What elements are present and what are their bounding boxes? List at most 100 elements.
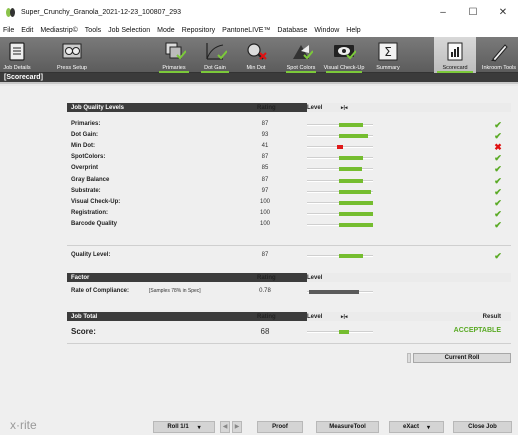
quality-row-rating: 87 <box>261 176 269 183</box>
section-title: [Scorecard] <box>4 74 43 81</box>
min-dot-icon <box>244 41 268 63</box>
quality-row-bar <box>339 123 364 127</box>
quality-row-bar <box>339 222 373 227</box>
scorecard-icon <box>443 41 467 63</box>
chevron-down-icon: ▾ <box>427 424 431 431</box>
menu-job-selection[interactable]: Job Selection <box>107 27 151 34</box>
check-icon: ✔ <box>494 164 502 175</box>
quality-row-rating: 41 <box>261 143 269 150</box>
quality-row: Barcode Quality 100 ✔ <box>67 220 511 230</box>
factor-level-header: Level <box>307 274 323 281</box>
quality-row-bar <box>339 178 364 183</box>
summary-label: Summary <box>376 65 400 71</box>
close-window-button[interactable]: ✕ <box>488 0 518 24</box>
quality-row: Primaries: 87 ✔ <box>67 120 511 130</box>
bottom-bar: x·rite Roll 1/1 ▾ ◀ ▶ Proof MeasureTool … <box>0 416 518 435</box>
spot-colors-icon <box>289 41 314 63</box>
dot-gain-button[interactable]: Dot Gain <box>198 37 232 73</box>
primaries-button[interactable]: Primaries <box>156 37 192 73</box>
quality-row: Substrate: 97 ✔ <box>67 187 511 197</box>
compliance-note: [Samples 78% in Spec] <box>149 288 201 294</box>
quality-row: SpotColors: 87 ✔ <box>67 153 511 163</box>
proof-button[interactable]: Proof <box>257 421 303 433</box>
roll-select[interactable]: Roll 1/1 ▾ <box>153 421 215 433</box>
quality-row-label: Barcode Quality <box>71 220 118 227</box>
score-bar <box>339 330 349 334</box>
quality-row-rating: 87 <box>261 121 269 127</box>
menu-file[interactable]: File <box>2 27 15 34</box>
job-quality-header: Job Quality Levels Rating Level ▸|◂ <box>67 103 511 112</box>
section-header: [Scorecard] <box>0 73 518 84</box>
scorecard-button[interactable]: Scorecard <box>434 37 476 73</box>
prev-roll-button[interactable]: ◀ <box>220 421 230 433</box>
xrite-logo: x·rite <box>10 418 37 432</box>
job-details-button[interactable]: Job Details <box>0 37 34 73</box>
close-job-button[interactable]: Close Job <box>453 421 512 433</box>
menu-tools[interactable]: Tools <box>84 27 102 34</box>
current-roll-button[interactable]: Current Roll <box>413 353 511 363</box>
menu-window[interactable]: Window <box>313 27 340 34</box>
compliance-rating: 0.78 <box>259 288 271 294</box>
check-icon: ✔ <box>494 251 502 261</box>
factor-header-title: Factor <box>71 274 90 281</box>
menu-bar: File Edit Mediastrip© Tools Job Selectio… <box>0 24 518 37</box>
quality-row-rating: 87 <box>261 154 269 161</box>
quality-row: Dot Gain: 93 ✔ <box>67 131 511 141</box>
menu-database[interactable]: Database <box>276 27 308 34</box>
quality-row: Min Dot: 41 ✖ <box>67 142 511 152</box>
quality-row-rating: 100 <box>259 220 270 227</box>
menu-help[interactable]: Help <box>345 27 361 34</box>
quality-row-label: Min Dot: <box>71 143 95 150</box>
quality-row-rating: 100 <box>259 209 270 216</box>
compliance-row: Rate of Compliance: [Samples 78% in Spec… <box>67 287 511 297</box>
divider <box>67 245 511 246</box>
quality-row-bar <box>339 189 371 194</box>
check-icon: ✔ <box>494 219 502 230</box>
menu-mediastrip[interactable]: Mediastrip© <box>39 27 78 34</box>
min-dot-label: Min Dot <box>246 65 266 71</box>
press-setup-button[interactable]: Press Setup <box>52 37 92 73</box>
next-roll-button[interactable]: ▶ <box>232 421 242 433</box>
score-row: Score: 68 ACCEPTABLE <box>67 327 511 337</box>
check-icon: ✔ <box>494 208 502 219</box>
summary-button[interactable]: Σ Summary <box>372 37 404 73</box>
toolbar: Job Details Press Setup Primaries Dot Ga… <box>0 37 518 73</box>
menu-edit[interactable]: Edit <box>20 27 34 34</box>
job-total-header: Job Total Rating Level ▸|◂ Result <box>67 312 511 321</box>
summary-sigma-icon: Σ <box>376 41 400 63</box>
divider <box>67 343 511 344</box>
press-setup-label: Press Setup <box>57 65 87 71</box>
maximize-button[interactable]: ☐ <box>458 0 488 24</box>
compliance-bar <box>309 290 359 294</box>
quality-row-label: Substrate: <box>71 187 101 194</box>
quality-row-label: SpotColors: <box>71 154 106 161</box>
job-total-rating-header: Rating <box>257 313 276 320</box>
min-dot-button[interactable]: Min Dot <box>240 37 272 73</box>
fail-x-icon: ✖ <box>494 142 502 153</box>
menu-repository[interactable]: Repository <box>181 27 216 34</box>
check-icon: ✔ <box>494 175 502 186</box>
current-roll-handle <box>407 353 411 363</box>
inkroom-tools-label: Inkroom Tools <box>481 65 517 71</box>
measure-tool-button[interactable]: MeasureTool <box>316 421 379 433</box>
quality-row-bar <box>339 211 373 216</box>
chevron-down-icon: ▾ <box>197 424 201 431</box>
window-title: Super_Crunchy_Granola_2021-12-23_100807_… <box>21 8 181 16</box>
menu-pantonelive[interactable]: PantoneLIVE™ <box>221 27 271 34</box>
compliance-label: Rate of Compliance: <box>71 288 130 294</box>
job-quality-rating-header: Rating <box>257 104 276 111</box>
inkroom-tools-button[interactable]: Inkroom Tools <box>480 37 518 73</box>
minimize-button[interactable]: – <box>428 0 458 24</box>
app-logo-icon <box>6 7 17 17</box>
quality-row-label: Dot Gain: <box>71 132 98 139</box>
visual-checkup-button[interactable]: Visual Check-Up <box>323 37 365 73</box>
scorecard-panel: Job Quality Levels Rating Level ▸|◂ Prim… <box>0 86 518 416</box>
quality-level-bar <box>339 254 364 258</box>
quality-row-label: Gray Balance <box>71 176 110 183</box>
exact-select[interactable]: eXact ▾ <box>389 421 444 433</box>
score-value: 68 <box>260 327 270 336</box>
visual-checkup-icon <box>332 41 357 63</box>
spot-colors-button[interactable]: Spot Colors <box>283 37 319 73</box>
menu-mode[interactable]: Mode <box>156 27 176 34</box>
job-quality-level-header: Level <box>307 104 323 111</box>
